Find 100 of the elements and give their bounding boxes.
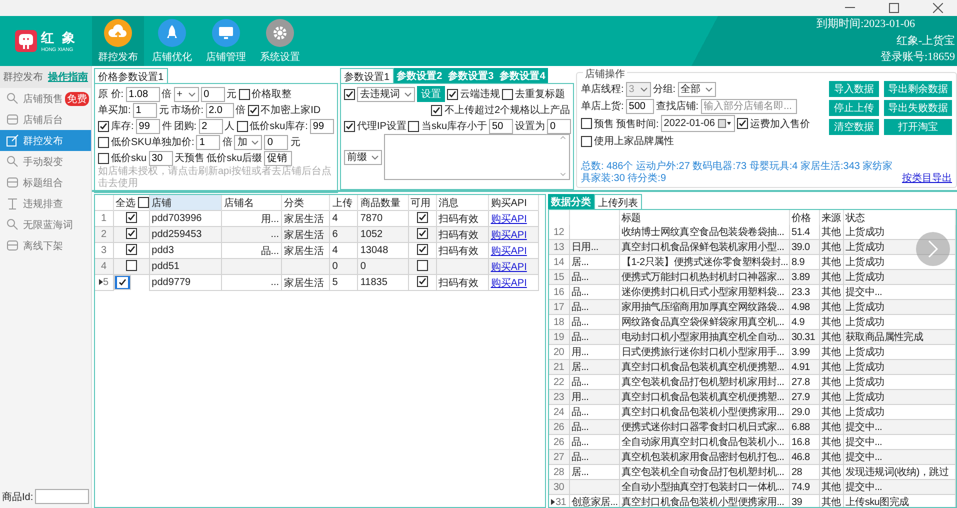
table-cell: 创意家居... <box>569 494 619 507</box>
checkbox-label: 使用上家品牌属性 <box>594 134 674 148</box>
table-cell: 提交中... <box>843 480 956 494</box>
checkbox[interactable] <box>502 88 513 100</box>
maximize-icon[interactable] <box>889 3 899 13</box>
column-header[interactable]: 来源 <box>819 210 843 225</box>
sidebar-item[interactable]: 店铺后台 <box>0 109 91 130</box>
input-field[interactable]: 2 <box>198 118 223 134</box>
sidebar-item[interactable]: 标题组合 <box>0 172 91 193</box>
menu-item-icon <box>6 92 19 105</box>
checkbox[interactable] <box>248 104 259 116</box>
input-field[interactable]: 输入部分店铺名即... <box>700 98 797 114</box>
checkbox[interactable] <box>416 244 428 255</box>
checkbox[interactable] <box>126 228 137 239</box>
dropdown[interactable]: 加 <box>234 134 262 150</box>
checkbox[interactable] <box>98 120 109 132</box>
input-field[interactable]: 2.0 <box>206 102 234 118</box>
row-number: 15 <box>549 270 569 284</box>
date-field[interactable]: 2022-01-06 <box>660 115 735 132</box>
input-field[interactable]: 99 <box>136 118 160 134</box>
nav-tab[interactable]: 群控发布 <box>92 16 144 66</box>
dropdown[interactable]: + <box>174 86 199 102</box>
column-header[interactable]: 状态 <box>843 210 956 225</box>
input-field[interactable]: 30 <box>148 150 173 166</box>
checkbox[interactable] <box>98 152 109 164</box>
tab[interactable]: 上传列表 <box>594 194 642 209</box>
row-number: 4 <box>95 258 114 274</box>
checkbox[interactable] <box>236 120 248 132</box>
input-field[interactable]: 1 <box>132 102 157 118</box>
dropdown[interactable]: 全部 <box>678 82 716 96</box>
input-field[interactable]: 0 <box>547 118 572 134</box>
checkbox-label: 云端违规 <box>460 88 500 101</box>
checkbox[interactable] <box>138 197 149 208</box>
product-id-field[interactable] <box>35 489 90 504</box>
column-header[interactable]: 购买API <box>488 195 538 210</box>
table-cell: ... <box>221 274 282 290</box>
checkbox[interactable] <box>126 212 137 223</box>
input-field[interactable]: 促销 <box>264 150 292 166</box>
column-header[interactable]: 店铺名 <box>221 195 282 210</box>
chevron-icon <box>188 92 196 96</box>
checkbox[interactable] <box>416 212 428 223</box>
product-id-label: 商品Id: <box>2 490 34 504</box>
checkbox[interactable] <box>736 118 748 129</box>
input-field[interactable]: 99 <box>310 118 334 134</box>
chevron-icon <box>640 86 648 92</box>
checkbox[interactable] <box>238 88 250 100</box>
field-label: 元 <box>290 136 300 149</box>
export-link[interactable]: 按类目导出 <box>902 173 952 185</box>
dropdown[interactable]: 去违规词 <box>357 86 415 102</box>
row-number: 13 <box>549 240 569 254</box>
checkbox[interactable] <box>98 136 109 148</box>
checkbox[interactable] <box>431 104 442 116</box>
sidebar-item[interactable]: 店铺预售 免费 <box>0 88 91 109</box>
tab[interactable]: 价格参数设置1 <box>94 68 168 83</box>
checkbox[interactable] <box>126 260 137 270</box>
input-field[interactable]: 500 <box>626 98 654 114</box>
checkbox[interactable] <box>416 276 428 287</box>
column-header[interactable]: 上传 <box>330 195 358 210</box>
checkbox[interactable] <box>581 118 592 129</box>
menu-item-icon <box>6 239 19 252</box>
table-cell: 上货成功 <box>843 300 956 314</box>
minimize-icon[interactable] <box>845 7 855 9</box>
input-field[interactable]: 0 <box>264 134 288 150</box>
checkbox[interactable] <box>126 244 137 255</box>
table-cell: 提交中... <box>843 450 956 464</box>
checkbox-label: 运费加入售价 <box>750 118 810 130</box>
column-header[interactable]: 分类 <box>282 195 330 210</box>
column-header[interactable]: 标题 <box>619 210 789 225</box>
checkbox-label: 代理IP设置 <box>357 120 406 133</box>
input-field[interactable]: 1 <box>196 134 220 150</box>
checkbox[interactable] <box>416 260 428 270</box>
input-field[interactable]: 0 <box>200 86 225 102</box>
field-label: 原 价: <box>98 88 124 101</box>
sidebar-item[interactable]: 违规排查 <box>0 193 91 214</box>
column-header[interactable]: 全选 <box>113 195 150 210</box>
checkbox[interactable] <box>447 88 458 100</box>
table-cell: 39.0 <box>789 240 819 254</box>
input-field[interactable]: 1.08 <box>126 86 160 102</box>
dropdown[interactable]: 前缀 <box>344 150 382 164</box>
close-icon[interactable] <box>933 3 943 13</box>
field-label: 低价sku后缀 <box>206 152 262 165</box>
table-cell: 39 <box>789 494 819 507</box>
table-cell: 6 <box>330 226 358 242</box>
input-field[interactable]: 50 <box>489 118 514 134</box>
checkbox-label: 预售 <box>594 118 614 130</box>
column-header[interactable]: 可用 <box>408 195 436 210</box>
checkbox[interactable] <box>416 228 428 239</box>
checkbox[interactable] <box>408 120 420 132</box>
sidebar-item[interactable]: 无限蓝海词 <box>0 214 91 235</box>
sidebar-item[interactable]: 手动裂变 <box>0 151 91 172</box>
column-header[interactable]: 店铺 <box>149 195 222 210</box>
checkbox[interactable] <box>344 120 355 132</box>
column-header[interactable]: 消息 <box>436 195 488 210</box>
table-cell: 家居生活 <box>282 226 330 242</box>
sidebar-item[interactable]: 离线下架 <box>0 235 91 256</box>
checkbox[interactable] <box>344 88 355 100</box>
column-header[interactable]: 商品数量 <box>358 195 408 210</box>
checkbox[interactable] <box>581 136 592 146</box>
column-header[interactable]: 价格 <box>789 210 819 225</box>
tab[interactable]: 参数设置1 <box>340 68 394 83</box>
